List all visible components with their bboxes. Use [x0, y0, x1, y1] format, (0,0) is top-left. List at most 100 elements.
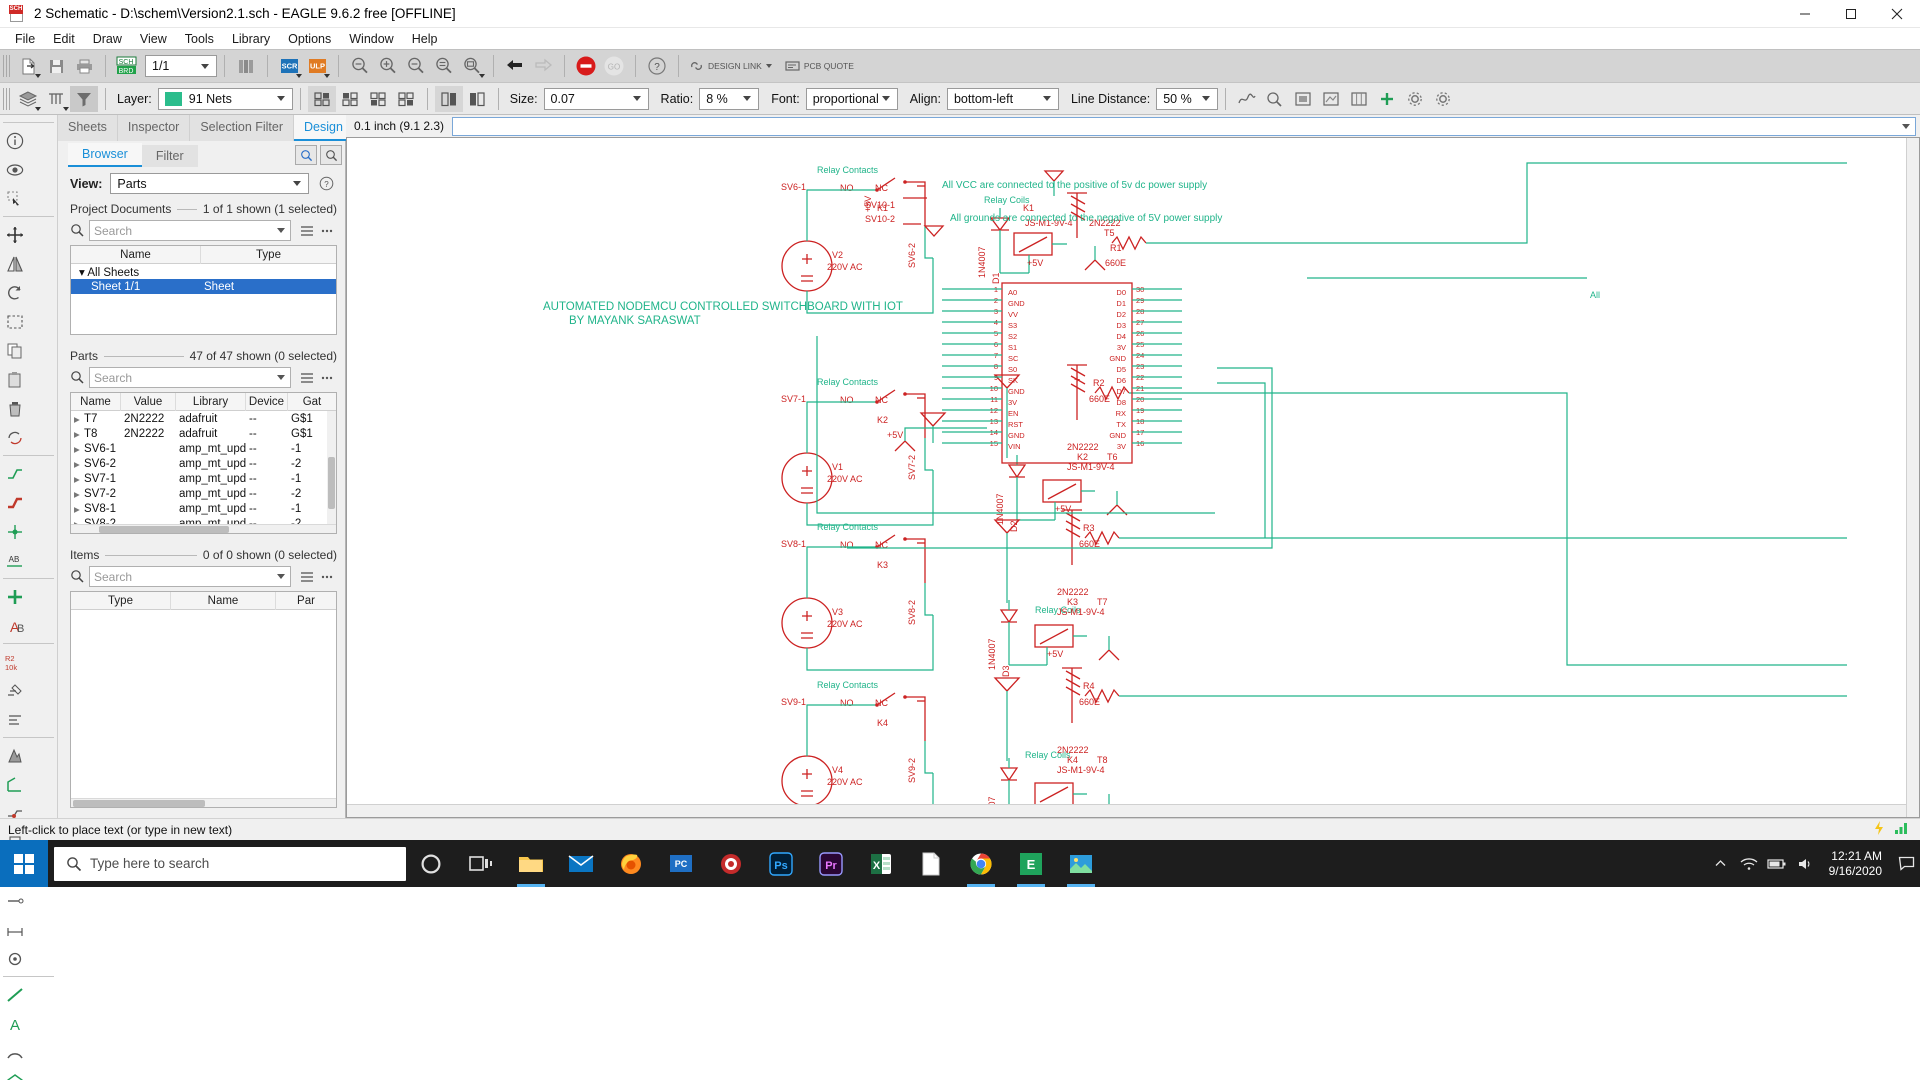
- schematic-canvas[interactable]: .wr{stroke:#cc2222;stroke-width:1.3;fill…: [346, 137, 1920, 818]
- print-icon[interactable]: [70, 53, 98, 79]
- settings-alt-icon[interactable]: [1429, 86, 1457, 112]
- miter-icon[interactable]: [0, 770, 29, 799]
- view-selector[interactable]: Parts: [110, 173, 309, 194]
- open-file-icon[interactable]: [14, 53, 42, 79]
- chrome-icon[interactable]: [956, 840, 1006, 887]
- add-part-icon[interactable]: [1373, 86, 1401, 112]
- file-explorer-icon[interactable]: [506, 840, 556, 887]
- arc-tool-icon[interactable]: [0, 1038, 29, 1067]
- menu-tools[interactable]: Tools: [176, 30, 223, 48]
- canvas-vscrollbar[interactable]: [1906, 138, 1919, 817]
- battery-icon[interactable]: [1763, 840, 1791, 887]
- row-expander[interactable]: ▸: [71, 412, 81, 426]
- layer-selector[interactable]: 91 Nets: [157, 87, 293, 110]
- menu-file[interactable]: File: [6, 30, 44, 48]
- maximize-button[interactable]: [1828, 0, 1874, 28]
- col-gate[interactable]: Gat: [288, 393, 336, 411]
- layout-dual-1-icon[interactable]: [434, 85, 463, 112]
- table-row[interactable]: ▸SV7-2amp_mt_updated---2: [71, 486, 336, 501]
- copy-icon[interactable]: [0, 336, 29, 365]
- sheet-selector[interactable]: 1/1: [145, 55, 217, 77]
- bus-icon[interactable]: [0, 488, 29, 517]
- replace-icon[interactable]: [0, 423, 29, 452]
- drc-zoom-icon[interactable]: [1261, 86, 1289, 112]
- minimize-button[interactable]: [1782, 0, 1828, 28]
- props-toolbar-gripper[interactable]: [3, 87, 10, 110]
- show-icon[interactable]: [0, 155, 29, 184]
- dimension-icon[interactable]: [0, 915, 29, 944]
- mail-icon[interactable]: [556, 840, 606, 887]
- size-input[interactable]: 0.07: [543, 87, 649, 110]
- line-tool-icon[interactable]: [0, 980, 29, 1009]
- paste-icon[interactable]: [0, 365, 29, 394]
- settings-icon[interactable]: [1401, 86, 1429, 112]
- group-icon[interactable]: [0, 307, 29, 336]
- undo-icon[interactable]: [501, 53, 529, 79]
- close-button[interactable]: [1874, 0, 1920, 28]
- pin-icon[interactable]: [0, 886, 29, 915]
- parts-hscrollbar[interactable]: [71, 524, 336, 533]
- target-app-icon[interactable]: [706, 840, 756, 887]
- label-icon[interactable]: AB: [0, 546, 29, 575]
- table-row[interactable]: ▸ T8 2N2222 adafruit -- G$1: [71, 426, 336, 441]
- col-type[interactable]: Type: [201, 246, 336, 264]
- go-icon[interactable]: GO: [600, 53, 628, 79]
- move-icon[interactable]: [0, 220, 29, 249]
- delete-icon[interactable]: [0, 394, 29, 423]
- layers-icon[interactable]: [14, 86, 42, 112]
- menu-draw[interactable]: Draw: [84, 30, 131, 48]
- pcb-quote-button[interactable]: PCB QUOTE: [784, 58, 854, 74]
- table-row[interactable]: Sheet 1/1 Sheet: [71, 279, 336, 294]
- chevron-up-icon[interactable]: [1707, 840, 1735, 887]
- autorouter-icon[interactable]: [1317, 86, 1345, 112]
- layout-split-3-icon[interactable]: [364, 86, 392, 112]
- eagle-icon[interactable]: E: [1006, 840, 1056, 887]
- menu-edit[interactable]: Edit: [44, 30, 84, 48]
- parts-search-input[interactable]: Search: [89, 367, 291, 388]
- text-icon[interactable]: AB: [0, 611, 29, 640]
- more-options-icon[interactable]: [317, 222, 337, 240]
- firefox-icon[interactable]: [606, 840, 656, 887]
- selection-filter-icon[interactable]: [70, 85, 98, 112]
- tab-sheets[interactable]: Sheets: [58, 115, 118, 141]
- ratio-input[interactable]: 8 %: [699, 87, 760, 110]
- subtab-browser[interactable]: Browser: [68, 143, 142, 167]
- net-icon[interactable]: [0, 459, 29, 488]
- sch-brd-switch-icon[interactable]: SCH BRD: [113, 53, 141, 79]
- col-name[interactable]: Name: [171, 592, 276, 610]
- menu-help[interactable]: Help: [403, 30, 447, 48]
- line-distance-input[interactable]: 50 %: [1156, 87, 1219, 110]
- col-par[interactable]: Par: [276, 592, 336, 610]
- col-type[interactable]: Type: [71, 592, 171, 610]
- toolbar-gripper[interactable]: [3, 55, 10, 77]
- clock[interactable]: 12:21 AM 9/16/2020: [1819, 849, 1892, 879]
- tab-selection-filter[interactable]: Selection Filter: [190, 115, 295, 141]
- menu-view[interactable]: View: [131, 30, 176, 48]
- script-icon[interactable]: SCR: [275, 53, 303, 79]
- ulp-icon[interactable]: ULP: [303, 53, 331, 79]
- table-row[interactable]: ▸SV7-1amp_mt_updated---1: [71, 471, 336, 486]
- font-selector[interactable]: proportional: [805, 87, 898, 110]
- row-expander[interactable]: ▸: [71, 487, 81, 501]
- row-expander[interactable]: ▸: [71, 457, 81, 471]
- col-device[interactable]: Device: [246, 393, 288, 411]
- more-options-icon[interactable]: [317, 369, 337, 387]
- design-link-button[interactable]: DESIGN LINK: [688, 58, 776, 74]
- col-name[interactable]: Name: [71, 393, 121, 411]
- project-documents-search-input[interactable]: Search: [89, 220, 291, 241]
- row-expander[interactable]: ▸: [71, 502, 81, 516]
- drc-grid-icon[interactable]: [1345, 86, 1373, 112]
- zoom-select-icon[interactable]: [458, 53, 486, 79]
- view-help-icon[interactable]: ?: [315, 174, 337, 194]
- add-part-rail-icon[interactable]: [0, 582, 29, 611]
- search-input[interactable]: Type here to search: [54, 846, 406, 881]
- library-icon[interactable]: [232, 53, 260, 79]
- redo-icon[interactable]: [529, 53, 557, 79]
- text-tool-icon[interactable]: A: [0, 1009, 29, 1038]
- info-icon[interactable]: [0, 126, 29, 155]
- col-value[interactable]: Value: [121, 393, 176, 411]
- layout-split-1-icon[interactable]: [307, 85, 336, 112]
- select-icon[interactable]: [0, 184, 29, 213]
- list-view-icon[interactable]: [297, 222, 317, 240]
- pc-app-icon[interactable]: PC: [656, 840, 706, 887]
